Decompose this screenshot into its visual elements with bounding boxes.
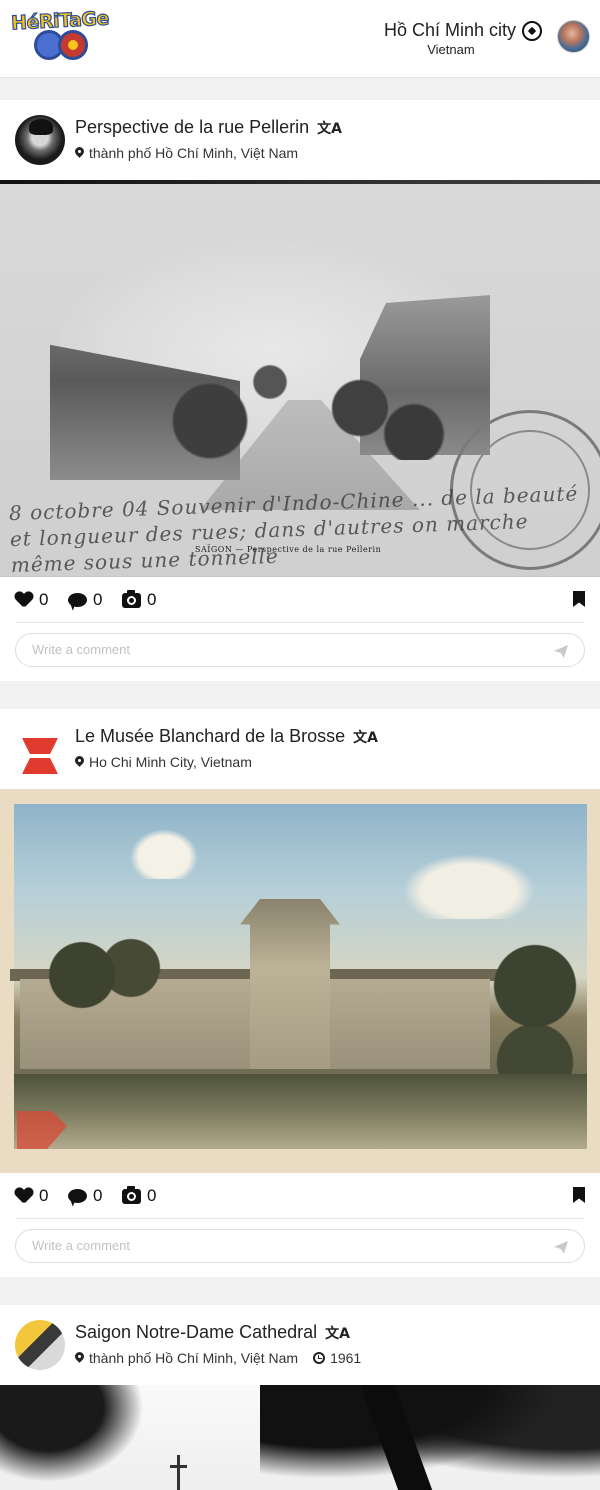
comment-count: 0 xyxy=(93,1186,103,1205)
post-photo[interactable]: 8 octobre 04 Souvenir d'Indo-Chine ... d… xyxy=(0,180,600,577)
map-pin-icon xyxy=(75,1352,84,1364)
current-city: Hồ Chí Minh city xyxy=(383,20,516,40)
translate-icon[interactable]: 文A xyxy=(325,1323,350,1343)
comment-count: 0 xyxy=(93,590,103,609)
heart-icon xyxy=(15,592,33,608)
like-button[interactable]: 0 xyxy=(15,590,48,610)
like-count: 0 xyxy=(39,1186,49,1205)
post-title-row: Perspective de la rue Pellerin 文A xyxy=(75,117,342,138)
heart-icon xyxy=(15,1188,33,1204)
comment-input[interactable] xyxy=(32,1238,532,1253)
like-button[interactable]: 0 xyxy=(15,1186,48,1206)
post-actions: 0 0 0 xyxy=(15,1173,585,1219)
photo-count: 0 xyxy=(147,590,157,609)
post-year: 1961 xyxy=(330,1350,362,1366)
like-count: 0 xyxy=(39,590,49,609)
camera-icon xyxy=(122,1185,141,1204)
post-author-avatar[interactable] xyxy=(15,1320,65,1370)
comment-button[interactable]: 0 xyxy=(68,590,102,610)
location-selector[interactable]: Hồ Chí Minh city Vietnam xyxy=(384,20,542,57)
send-icon[interactable] xyxy=(554,1241,568,1254)
photo-button[interactable]: 0 xyxy=(122,589,157,610)
translate-icon[interactable]: 文A xyxy=(353,727,378,747)
photo-caption: SAÏGON — Perspective de la rue Pellerin xyxy=(195,545,382,554)
post-header: Saigon Notre-Dame Cathedral 文A thành phố… xyxy=(0,1305,600,1385)
app-header: HéRiTaGe Hồ Chí Minh city Vietnam xyxy=(0,0,600,78)
user-avatar[interactable] xyxy=(557,20,590,53)
post-header: Perspective de la rue Pellerin 文A thành … xyxy=(0,100,600,180)
camera-icon xyxy=(122,589,141,608)
comment-field[interactable] xyxy=(15,1229,585,1263)
post-card: Perspective de la rue Pellerin 文A thành … xyxy=(0,100,600,681)
map-pin-icon xyxy=(75,756,84,768)
bookmark-icon[interactable] xyxy=(573,591,585,607)
post-location[interactable]: Ho Chi Minh City, Vietnam xyxy=(89,754,252,770)
post-meta: thành phố Hồ Chí Minh, Việt Nam 1961 xyxy=(75,1350,361,1366)
current-country: Vietnam xyxy=(427,42,475,57)
photo-button[interactable]: 0 xyxy=(122,1185,157,1206)
post-header: Le Musée Blanchard de la Brosse 文A Ho Ch… xyxy=(0,709,600,789)
museum-logo-avatar[interactable] xyxy=(15,724,65,774)
heritage-go-logo[interactable]: HéRiTaGe xyxy=(10,7,110,68)
post-meta: thành phố Hồ Chí Minh, Việt Nam xyxy=(75,145,298,161)
photo-count: 0 xyxy=(147,1186,157,1205)
post-location[interactable]: thành phố Hồ Chí Minh, Việt Nam xyxy=(89,1350,298,1366)
comment-button[interactable]: 0 xyxy=(68,1186,102,1206)
post-title-row: Le Musée Blanchard de la Brosse 文A xyxy=(75,726,378,747)
location-city-row: Hồ Chí Minh city xyxy=(384,20,542,41)
cathedral-cross xyxy=(170,1455,187,1490)
post-actions: 0 0 0 xyxy=(15,577,585,623)
post-card: Le Musée Blanchard de la Brosse 文A Ho Ch… xyxy=(0,709,600,1277)
post-title[interactable]: Saigon Notre-Dame Cathedral xyxy=(75,1322,317,1343)
clock-icon xyxy=(313,1352,326,1364)
send-icon[interactable] xyxy=(554,645,568,658)
comment-bubble-icon xyxy=(68,593,87,607)
post-title[interactable]: Perspective de la rue Pellerin xyxy=(75,117,309,138)
comment-field[interactable] xyxy=(15,633,585,667)
compass-icon[interactable] xyxy=(522,20,542,41)
post-card: Saigon Notre-Dame Cathedral 文A thành phố… xyxy=(0,1305,600,1490)
comment-bubble-icon xyxy=(68,1189,87,1203)
post-meta: Ho Chi Minh City, Vietnam xyxy=(75,754,252,770)
map-pin-icon xyxy=(75,147,84,159)
post-photo[interactable] xyxy=(0,789,600,1173)
translate-icon[interactable]: 文A xyxy=(317,118,342,138)
post-title-row: Saigon Notre-Dame Cathedral 文A xyxy=(75,1322,350,1343)
comment-input[interactable] xyxy=(32,642,532,657)
post-photo[interactable] xyxy=(0,1385,600,1490)
post-author-avatar[interactable] xyxy=(15,115,65,165)
post-location[interactable]: thành phố Hồ Chí Minh, Việt Nam xyxy=(89,145,298,161)
bookmark-icon[interactable] xyxy=(573,1187,585,1203)
logo-go-mark xyxy=(34,30,88,66)
post-title[interactable]: Le Musée Blanchard de la Brosse xyxy=(75,726,345,747)
